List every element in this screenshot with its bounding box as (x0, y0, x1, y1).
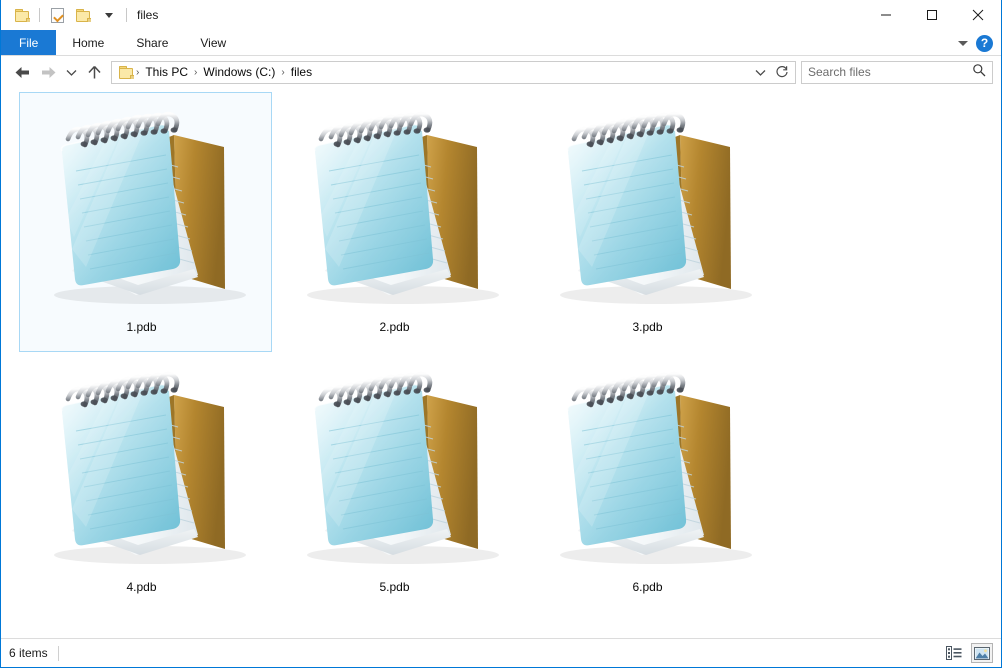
customize-chevron-icon[interactable] (96, 3, 122, 27)
notepad-file-icon (271, 96, 519, 324)
forward-button[interactable] (35, 59, 61, 85)
title-bar: files (1, 0, 1001, 30)
file-grid: 1.pdb 2.pdb 3.pdb 4.pdb 5.pdb 6.pdb (5, 92, 1001, 612)
ribbon-tab-bar: File Home Share View ? (1, 30, 1001, 56)
search-box[interactable] (801, 60, 993, 84)
notepad-file-icon (18, 356, 266, 584)
status-bar: 6 items (1, 638, 1001, 667)
refresh-icon[interactable] (771, 62, 793, 83)
status-separator (57, 645, 59, 661)
window-controls (863, 0, 1001, 30)
file-label: 6.pdb (632, 580, 663, 594)
file-label: 2.pdb (379, 320, 410, 334)
notepad-file-icon (271, 356, 519, 584)
quick-access-separator-2 (126, 8, 127, 22)
breadcrumb-item-files[interactable]: files (286, 65, 317, 79)
file-label: 1.pdb (126, 320, 157, 334)
file-item-5[interactable]: 5.pdb (268, 352, 521, 612)
minimize-button[interactable] (863, 0, 909, 30)
file-item-3[interactable]: 3.pdb (521, 92, 774, 352)
breadcrumb-item-this-pc[interactable]: This PC (140, 65, 193, 79)
breadcrumb: › This PC › Windows (C:) › files (117, 63, 749, 81)
notepad-file-icon (18, 96, 266, 324)
recent-locations-chevron-down-icon[interactable] (61, 59, 81, 85)
file-explorer-window: files File Home Share View ? › This PC ›… (0, 0, 1002, 668)
properties-icon[interactable] (44, 3, 70, 27)
help-icon[interactable]: ? (976, 34, 993, 52)
view-mode-buttons (943, 643, 993, 663)
quick-access-toolbar: files (1, 0, 158, 30)
file-label: 4.pdb (126, 580, 157, 594)
details-view-button[interactable] (943, 643, 965, 663)
file-item-6[interactable]: 6.pdb (521, 352, 774, 612)
window-title: files (137, 8, 159, 22)
breadcrumb-folder-icon[interactable] (117, 63, 135, 81)
collapse-ribbon-chevron-down-icon[interactable] (958, 40, 968, 46)
file-item-1[interactable]: 1.pdb (15, 92, 272, 352)
address-bar-row: › This PC › Windows (C:) › files (1, 56, 1001, 88)
notepad-file-icon (524, 356, 772, 584)
tab-view[interactable]: View (184, 30, 242, 55)
file-label: 3.pdb (632, 320, 663, 334)
back-button[interactable] (9, 59, 35, 85)
quick-access-separator-1 (39, 8, 40, 22)
notepad-file-icon (524, 96, 772, 324)
file-item-2[interactable]: 2.pdb (268, 92, 521, 352)
address-bar-controls (749, 62, 793, 83)
up-button[interactable] (81, 59, 107, 85)
file-list-content-area[interactable]: 1.pdb 2.pdb 3.pdb 4.pdb 5.pdb 6.pdb (1, 88, 1001, 638)
tab-home[interactable]: Home (56, 30, 120, 55)
address-bar[interactable]: › This PC › Windows (C:) › files (111, 60, 796, 84)
large-icons-view-button[interactable] (971, 643, 993, 663)
ribbon-right-controls: ? (958, 30, 997, 56)
tab-share[interactable]: Share (120, 30, 184, 55)
file-item-4[interactable]: 4.pdb (15, 352, 268, 612)
file-label: 5.pdb (379, 580, 410, 594)
search-icon[interactable] (972, 63, 986, 82)
close-button[interactable] (955, 0, 1001, 30)
search-input[interactable] (808, 65, 972, 79)
breadcrumb-item-windows-c[interactable]: Windows (C:) (198, 65, 280, 79)
address-dropdown-chevron-down-icon[interactable] (749, 62, 771, 83)
folder-icon[interactable] (9, 3, 35, 27)
item-count-label: 6 items (9, 646, 48, 660)
maximize-button[interactable] (909, 0, 955, 30)
tab-file[interactable]: File (1, 30, 57, 55)
new-folder-icon[interactable] (70, 3, 96, 27)
